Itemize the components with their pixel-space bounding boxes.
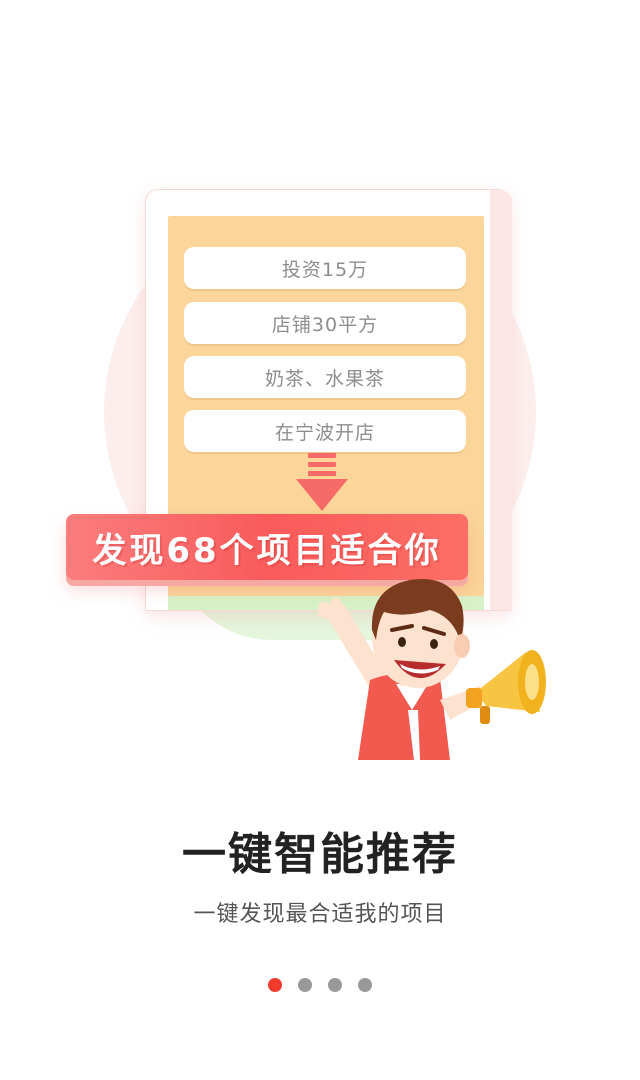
criteria-pill-shop-size: 店铺30平方 — [184, 302, 466, 344]
onboarding-illustration: 投资15万 店铺30平方 奶茶、水果茶 在宁波开店 发现68个项目适合你 — [0, 0, 640, 780]
page-indicator — [0, 978, 640, 992]
page-title: 一键智能推荐 — [182, 829, 458, 880]
page-dot-2[interactable] — [298, 978, 312, 992]
criteria-pill-location: 在宁波开店 — [184, 410, 466, 452]
page-subtitle: 一键发现最合适我的项目 — [193, 902, 447, 927]
mascot-with-megaphone — [317, 579, 546, 760]
page-dot-3[interactable] — [328, 978, 342, 992]
criteria-pill-category: 奶茶、水果茶 — [184, 356, 466, 398]
page-dot-4[interactable] — [358, 978, 372, 992]
down-arrow-icon — [296, 453, 348, 511]
page-dot-1[interactable] — [268, 978, 282, 992]
criteria-pill-investment: 投资15万 — [184, 247, 466, 289]
paper-edge — [490, 190, 512, 610]
